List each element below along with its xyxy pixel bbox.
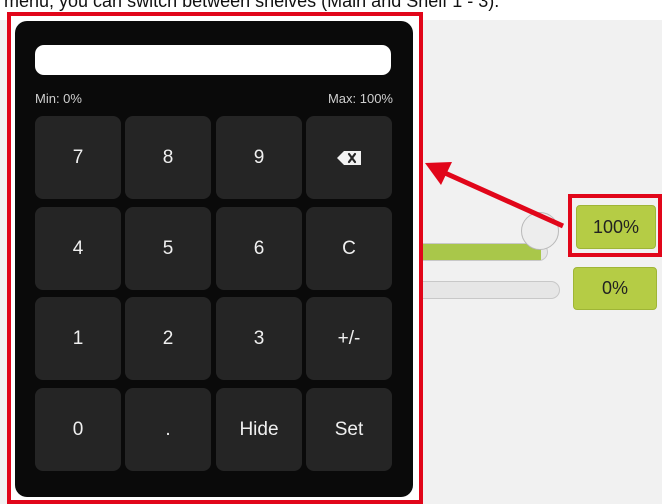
pointer-arrow	[425, 162, 565, 229]
